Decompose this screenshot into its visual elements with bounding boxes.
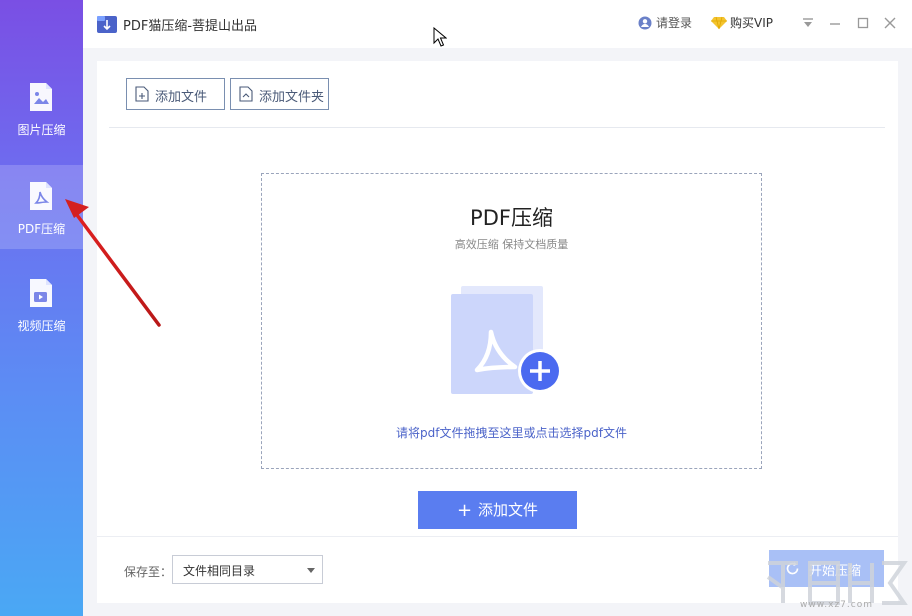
add-file-button-label: 添加文件 [478, 501, 539, 519]
app-window: 图片压缩 PDF压缩 视频压缩 PDF猫压缩-菩提山出品 请登录 购买VIP 添… [0, 0, 912, 616]
title-bar: PDF猫压缩-菩提山出品 请登录 购买VIP [83, 0, 912, 48]
save-location-value: 文件相同目录 [183, 564, 256, 578]
sidebar-item-image-compress[interactable]: 图片压缩 [0, 66, 83, 150]
save-location-label: 保存至： [124, 565, 173, 579]
video-file-icon [30, 279, 52, 307]
vip-label: 购买VIP [730, 16, 773, 30]
login-link[interactable]: 请登录 [638, 14, 692, 31]
user-icon [638, 16, 652, 30]
sidebar-item-label: PDF压缩 [17, 222, 66, 236]
add-folder-toolbar-label: 添加文件夹 [259, 90, 325, 105]
sidebar-item-pdf-compress[interactable]: PDF压缩 [0, 165, 83, 249]
app-logo-icon [97, 16, 117, 33]
pdf-add-illustration-icon [451, 286, 562, 394]
divider [97, 536, 898, 537]
file-drop-zone[interactable]: PDF压缩 高效压缩 保持文档质量 请将pdf文件拖拽至这里或点击选择pdf文件 [261, 173, 762, 469]
refresh-icon [786, 562, 799, 575]
add-folder-toolbar-button[interactable]: 添加文件夹 [230, 78, 329, 110]
chevron-down-icon [307, 568, 315, 573]
save-location-select[interactable]: 文件相同目录 [172, 555, 323, 584]
image-file-icon [30, 83, 52, 111]
menu-dropdown-icon[interactable] [799, 14, 817, 32]
maximize-icon[interactable] [854, 14, 872, 32]
watermark-caption: www.xz7.com [800, 600, 873, 610]
drop-zone-title: PDF压缩 [470, 206, 553, 230]
drop-zone-hint[interactable]: 请将pdf文件拖拽至这里或点击选择pdf文件 [262, 424, 761, 441]
diamond-icon [711, 16, 727, 30]
start-compress-label: 开始压缩 [809, 564, 862, 579]
divider [109, 127, 885, 128]
add-folder-icon [239, 86, 253, 102]
sidebar-item-label: 图片压缩 [17, 123, 66, 137]
buy-vip-link[interactable]: 购买VIP [711, 14, 773, 31]
main-panel: 添加文件 添加文件夹 PDF压缩 高效压缩 保持文档质量 请将pdf文件拖拽至这… [97, 61, 898, 603]
sidebar-item-video-compress[interactable]: 视频压缩 [0, 262, 83, 346]
app-title: PDF猫压缩-菩提山出品 [123, 19, 258, 34]
plus-icon: + [456, 500, 473, 521]
sidebar: 图片压缩 PDF压缩 视频压缩 [0, 0, 83, 616]
drop-zone-subtitle: 高效压缩 保持文档质量 [454, 238, 569, 251]
sidebar-item-label: 视频压缩 [17, 319, 66, 333]
close-icon[interactable] [881, 14, 899, 32]
add-file-toolbar-button[interactable]: 添加文件 [126, 78, 225, 110]
minimize-icon[interactable] [826, 14, 844, 32]
add-file-toolbar-label: 添加文件 [155, 90, 208, 105]
add-file-button[interactable]: + 添加文件 [418, 491, 577, 529]
login-label: 请登录 [656, 16, 693, 30]
start-compress-button[interactable]: 开始压缩 [769, 550, 884, 587]
add-file-icon [135, 86, 149, 102]
pdf-file-icon [30, 182, 52, 210]
